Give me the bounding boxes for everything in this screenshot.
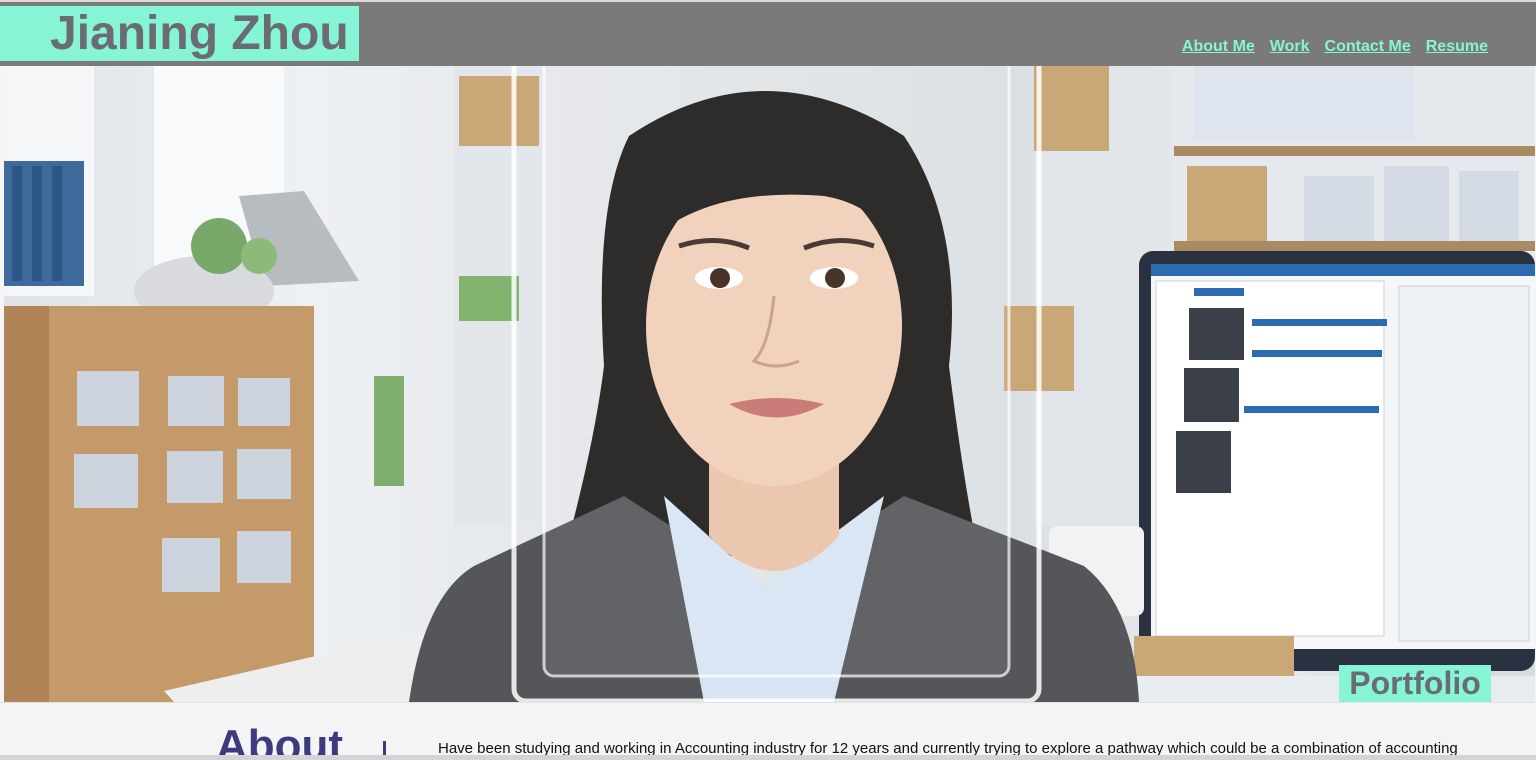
site-header: Jianing Zhou About Me Work Contact Me Re… <box>0 0 1536 66</box>
hero-image <box>4 66 1535 702</box>
about-section: About Have been studying and working in … <box>0 702 1536 760</box>
nav-link-contact-me[interactable]: Contact Me <box>1325 38 1411 56</box>
nav-link-about-me[interactable]: About Me <box>1182 38 1255 56</box>
main-nav: About Me Work Contact Me Resume <box>1182 38 1488 56</box>
hero-illustration <box>4 66 1535 702</box>
bottom-edge <box>0 755 1536 760</box>
site-logo[interactable]: Jianing Zhou <box>0 6 359 61</box>
page: Jianing Zhou About Me Work Contact Me Re… <box>0 0 1536 760</box>
portfolio-badge: Portfolio <box>1339 665 1491 702</box>
nav-link-work[interactable]: Work <box>1270 38 1310 56</box>
cardboard-box <box>4 306 314 702</box>
nav-link-resume[interactable]: Resume <box>1426 38 1488 56</box>
